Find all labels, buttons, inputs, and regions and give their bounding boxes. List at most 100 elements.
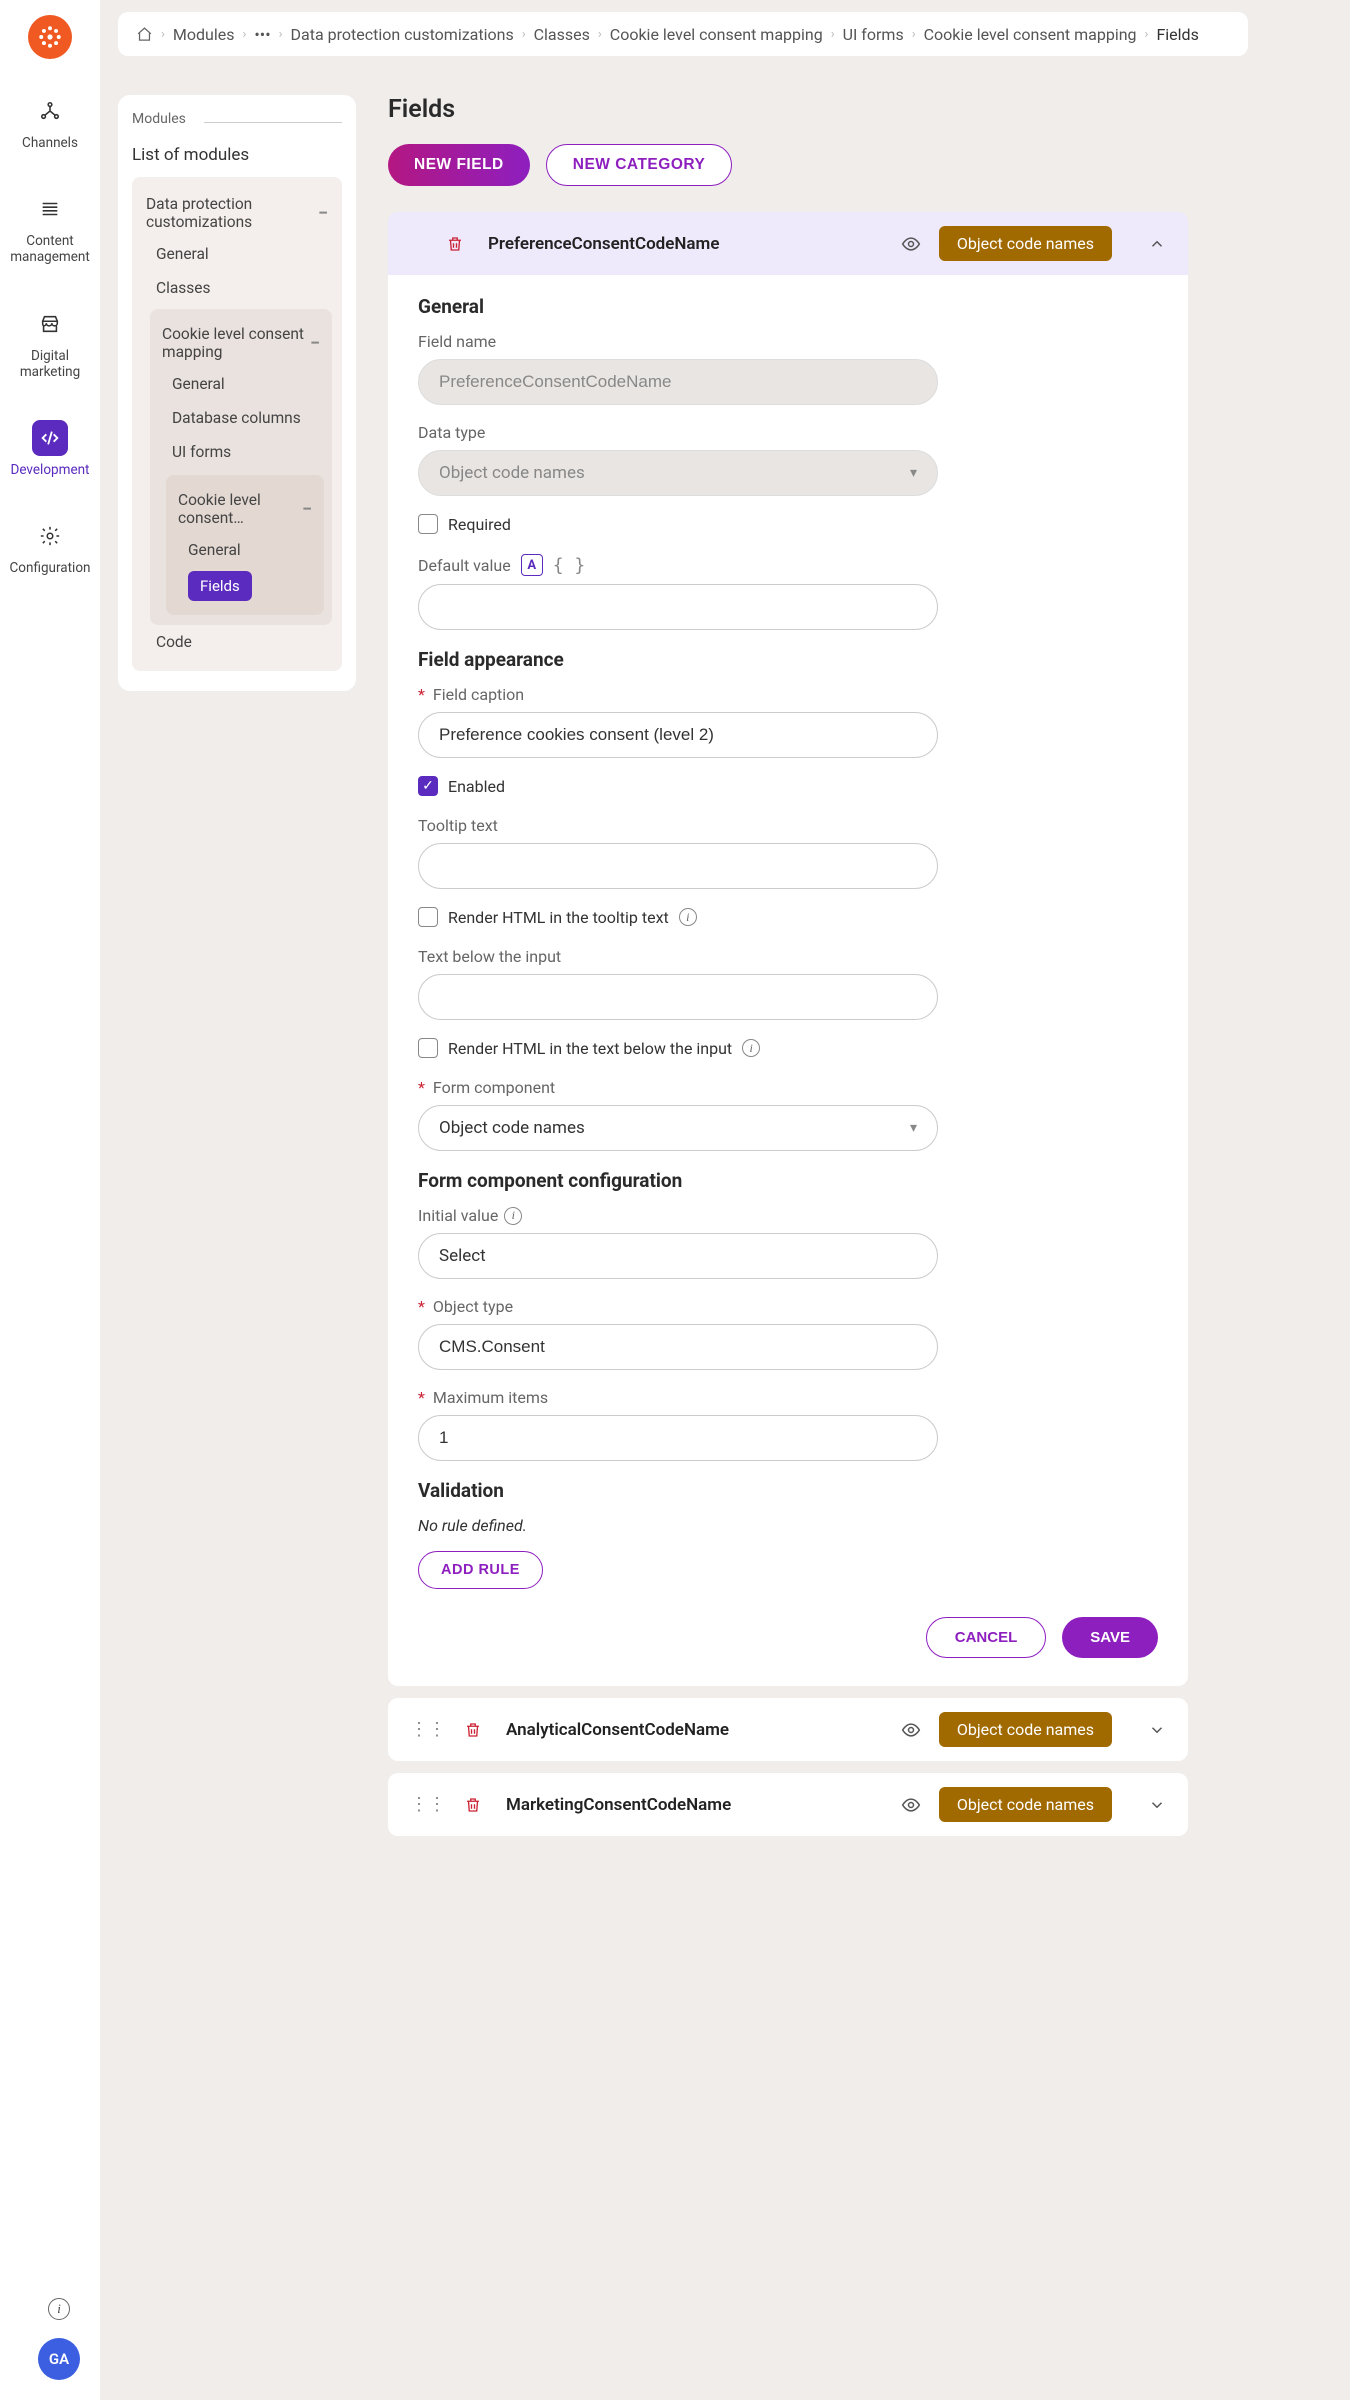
chevron-down-icon[interactable]	[1148, 1796, 1166, 1814]
breadcrumb-sep: ›	[598, 27, 602, 42]
chevron-down-icon: ▾	[910, 465, 917, 481]
max-items-input[interactable]	[418, 1415, 938, 1461]
field-card-header[interactable]: ⋮⋮ AnalyticalConsentCodeName Object code…	[388, 1698, 1188, 1761]
object-type-input[interactable]	[418, 1324, 938, 1370]
rail-content-management[interactable]: Content management	[10, 185, 90, 271]
checkbox-label: Enabled	[448, 777, 505, 796]
save-button[interactable]: SAVE	[1062, 1617, 1158, 1658]
rail-configuration[interactable]: Configuration	[10, 512, 90, 582]
chevron-up-icon[interactable]	[1148, 235, 1166, 253]
field-card-expanded: PreferenceConsentCodeName Object code na…	[388, 212, 1188, 1686]
trash-icon[interactable]	[446, 235, 464, 253]
section-appearance: Field appearance	[418, 648, 1158, 671]
home-icon[interactable]	[136, 26, 153, 43]
cancel-button[interactable]: CANCEL	[926, 1617, 1047, 1658]
breadcrumb-item[interactable]: Data protection customizations	[291, 25, 514, 44]
info-icon[interactable]: i	[504, 1207, 522, 1225]
tree-item-general[interactable]: General	[166, 367, 324, 401]
field-card-header[interactable]: ⋮⋮ MarketingConsentCodeName Object code …	[388, 1773, 1188, 1836]
breadcrumb-item[interactable]: Classes	[534, 25, 590, 44]
tree-item-db-columns[interactable]: Database columns	[166, 401, 324, 435]
drag-handle-icon[interactable]: ⋮⋮	[410, 1794, 446, 1815]
chevron-down-icon: ▾	[910, 1120, 917, 1136]
label-form-component: *Form component	[418, 1078, 1158, 1097]
new-category-button[interactable]: NEW CATEGORY	[546, 144, 733, 186]
tree-nested: Cookie level consent mapping − General D…	[150, 309, 332, 625]
tree-nested: Cookie level consent… − General Fields	[166, 475, 324, 615]
main-content: Fields NEW FIELD NEW CATEGORY Preference…	[388, 95, 1188, 1848]
help-icon[interactable]: i	[48, 2298, 70, 2320]
field-name: MarketingConsentCodeName	[506, 1795, 731, 1815]
info-icon[interactable]: i	[742, 1039, 760, 1057]
required-checkbox[interactable]: Required	[418, 514, 1158, 534]
field-card-header[interactable]: PreferenceConsentCodeName Object code na…	[388, 212, 1188, 275]
text-below-input[interactable]	[418, 974, 938, 1020]
share-icon	[32, 93, 68, 129]
field-caption-input[interactable]	[418, 712, 938, 758]
toolbar: NEW FIELD NEW CATEGORY	[388, 144, 1188, 186]
tree-item-general[interactable]: General	[182, 533, 316, 567]
new-field-button[interactable]: NEW FIELD	[388, 144, 530, 186]
code-icon	[32, 420, 68, 456]
breadcrumb-overflow[interactable]: •••	[254, 25, 270, 44]
tree-item-fields-active[interactable]: Fields	[188, 571, 252, 601]
rail-channels[interactable]: Channels	[10, 87, 90, 157]
chevron-down-icon[interactable]	[1148, 1721, 1166, 1739]
tree-label: Cookie level consent mapping	[162, 325, 310, 361]
rail-label: Channels	[22, 135, 78, 151]
tree-item-cookie-consent[interactable]: Cookie level consent… −	[174, 485, 316, 533]
drag-handle-icon[interactable]: ⋮⋮	[410, 1719, 446, 1740]
tree-item-classes[interactable]: Classes	[150, 271, 332, 305]
panel-head: Modules	[132, 111, 342, 133]
breadcrumb-sep: ›	[831, 27, 835, 42]
add-rule-button[interactable]: ADD RULE	[418, 1551, 543, 1589]
section-validation: Validation	[418, 1479, 1158, 1502]
type-badge: Object code names	[939, 226, 1112, 261]
breadcrumb-sep: ›	[912, 27, 916, 42]
rail-digital-marketing[interactable]: Digital marketing	[10, 300, 90, 386]
eye-icon[interactable]	[901, 234, 921, 254]
default-value-row: Default value A { }	[418, 554, 1158, 576]
eye-icon[interactable]	[901, 1795, 921, 1815]
tree-item-code[interactable]: Code	[150, 625, 332, 659]
collapse-icon[interactable]: −	[318, 203, 328, 224]
select-value: Object code names	[439, 463, 585, 483]
breadcrumb-item[interactable]: Cookie level consent mapping	[924, 25, 1137, 44]
eye-icon[interactable]	[901, 1720, 921, 1740]
user-avatar[interactable]: GA	[38, 2338, 80, 2380]
form-component-select[interactable]: Object code names ▾	[418, 1105, 938, 1151]
tree-item-cookie-mapping[interactable]: Cookie level consent mapping −	[158, 319, 324, 367]
tree-item-ui-forms[interactable]: UI forms	[166, 435, 324, 469]
render-below-checkbox[interactable]: Render HTML in the text below the input …	[418, 1038, 1158, 1058]
rail-development[interactable]: Development	[10, 414, 90, 484]
left-rail: Channels Content management Digital mark…	[0, 0, 100, 2400]
enabled-checkbox[interactable]: Enabled	[418, 776, 1158, 796]
tree-label: Data protection customizations	[146, 195, 318, 231]
breadcrumb-sep: ›	[161, 27, 165, 42]
tree-item-general[interactable]: General	[150, 237, 332, 271]
label-text-below: Text below the input	[418, 947, 1158, 966]
collapse-icon[interactable]: −	[310, 333, 320, 354]
panel-title[interactable]: List of modules	[132, 145, 342, 165]
trash-icon[interactable]	[464, 1796, 482, 1814]
collapse-icon[interactable]: −	[302, 499, 312, 520]
breadcrumb-sep: ›	[279, 27, 283, 42]
breadcrumb-item[interactable]: Modules	[173, 25, 235, 44]
default-value-input[interactable]	[418, 584, 938, 630]
trash-icon[interactable]	[464, 1721, 482, 1739]
breadcrumb-item[interactable]: UI forms	[843, 25, 904, 44]
initial-value-select[interactable]: Select	[418, 1233, 938, 1279]
section-general: General	[418, 295, 1158, 318]
render-tooltip-checkbox[interactable]: Render HTML in the tooltip text i	[418, 907, 1158, 927]
breadcrumb-item[interactable]: Cookie level consent mapping	[610, 25, 823, 44]
info-icon[interactable]: i	[679, 908, 697, 926]
bottom-left: i GA	[38, 2298, 80, 2380]
macro-mode-icon[interactable]: { }	[553, 555, 586, 576]
app-logo[interactable]	[28, 15, 72, 59]
tree-block: Data protection customizations − General…	[132, 177, 342, 671]
breadcrumb-sep: ›	[522, 27, 526, 42]
select-value: Object code names	[439, 1118, 585, 1138]
tree-root[interactable]: Data protection customizations −	[142, 189, 332, 237]
tooltip-input[interactable]	[418, 843, 938, 889]
text-mode-icon[interactable]: A	[521, 554, 543, 576]
